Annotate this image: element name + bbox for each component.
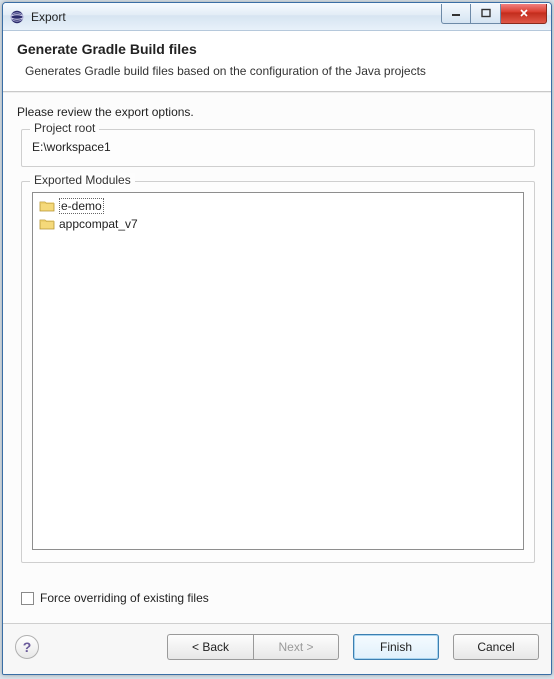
project-root-group-label: Project root [30, 121, 99, 135]
finish-button[interactable]: Finish [353, 634, 439, 660]
cancel-button-label: Cancel [477, 640, 514, 654]
project-folder-icon [39, 217, 55, 231]
list-item-label: e-demo [59, 198, 104, 214]
project-root-value: E:\workspace1 [32, 140, 524, 154]
wizard-description: Generates Gradle build files based on th… [25, 63, 445, 79]
cancel-button[interactable]: Cancel [453, 634, 539, 660]
wizard-body: Please review the export options. Projec… [3, 92, 551, 623]
next-button-label: Next > [278, 640, 313, 654]
help-button[interactable]: ? [15, 635, 39, 659]
wizard-footer: ? < Back Next > Finish Cancel [3, 623, 551, 674]
back-button-label: < Back [192, 640, 229, 654]
force-override-row[interactable]: Force overriding of existing files [21, 591, 541, 605]
force-override-checkbox[interactable] [21, 592, 34, 605]
project-folder-icon [39, 199, 55, 213]
wizard-header: Generate Gradle Build files Generates Gr… [3, 31, 551, 92]
help-icon: ? [23, 639, 32, 655]
next-button: Next > [253, 634, 339, 660]
finish-button-label: Finish [380, 640, 412, 654]
exported-modules-group-label: Exported Modules [30, 173, 135, 187]
force-override-label: Force overriding of existing files [40, 591, 209, 605]
maximize-button[interactable] [471, 4, 501, 24]
wizard-title: Generate Gradle Build files [17, 41, 537, 57]
exported-modules-group: Exported Modules e-demo appcompat_v7 [21, 181, 535, 563]
window-control-group [441, 4, 547, 24]
nav-button-pair: < Back Next > [167, 634, 339, 660]
minimize-button[interactable] [441, 4, 471, 24]
eclipse-icon [9, 9, 25, 25]
project-root-group: Project root E:\workspace1 [21, 129, 535, 167]
title-bar[interactable]: Export [3, 3, 551, 31]
list-item[interactable]: e-demo [37, 197, 519, 215]
modules-listbox[interactable]: e-demo appcompat_v7 [32, 192, 524, 550]
close-button[interactable] [501, 4, 547, 24]
export-wizard-window: Export Generate Gradle Build files Gener… [2, 2, 552, 675]
list-item[interactable]: appcompat_v7 [37, 215, 519, 233]
list-item-label: appcompat_v7 [59, 217, 138, 231]
review-instruction: Please review the export options. [17, 105, 541, 119]
window-title: Export [31, 10, 66, 24]
back-button[interactable]: < Back [167, 634, 253, 660]
